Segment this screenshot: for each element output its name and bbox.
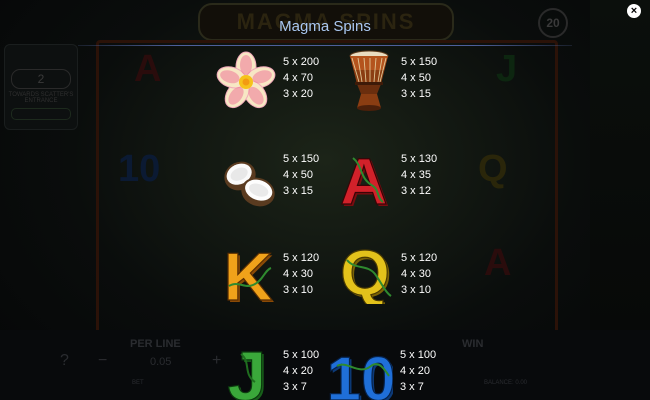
number-10-icon: 10 10 (329, 344, 393, 400)
payout-5: 5 x 150 (401, 56, 438, 68)
paytable-title: Magma Spins (279, 18, 371, 35)
background-ghost-symbol: Q (478, 148, 508, 190)
payout-4: 4 x 70 (283, 72, 313, 84)
background-side-value: 2 (11, 69, 71, 89)
background-right-decoration (590, 0, 650, 330)
letter-j-icon: J J (227, 336, 269, 400)
payout-3: 3 x 12 (401, 185, 431, 197)
background-side-panel: 2 TOWARDS SCATTER'S ENTRANCE (4, 44, 78, 130)
close-button[interactable]: × (627, 4, 641, 18)
payout-4: 4 x 50 (401, 72, 431, 84)
payout-5: 5 x 100 (400, 349, 437, 361)
payout-list: 5 x 130 4 x 35 3 x 12 (401, 151, 461, 199)
bet-small-label: BET (132, 380, 144, 386)
letter-a-icon: A A (340, 144, 390, 208)
per-line-label: PER LINE (130, 338, 181, 350)
payout-5: 5 x 200 (283, 56, 320, 68)
payout-3: 3 x 20 (283, 88, 313, 100)
payout-5: 5 x 120 (401, 252, 438, 264)
flower-icon (216, 51, 276, 109)
payout-4: 4 x 20 (400, 365, 430, 377)
background-ghost-symbol: 10 (118, 148, 161, 190)
header-divider (78, 45, 572, 46)
symbol-letter: Q (340, 240, 390, 304)
payout-list: 5 x 120 4 x 30 3 x 10 (401, 250, 461, 298)
background-ghost-symbol: A (484, 242, 512, 284)
per-line-value: 0.05 (150, 356, 172, 368)
payout-list: 5 x 100 4 x 20 3 x 7 (400, 347, 460, 395)
balance-label: BALANCE: 0.00 (484, 380, 528, 386)
bet-increase-button[interactable]: + (212, 352, 221, 370)
background-side-bar (11, 108, 71, 120)
background-ghost-symbol: J (496, 48, 518, 90)
payout-3: 3 x 15 (401, 88, 431, 100)
background-ghost-symbol: A (134, 48, 162, 90)
drum-icon (349, 50, 389, 111)
help-button[interactable]: ? (60, 352, 69, 370)
paytable-header: Magma Spins (78, 0, 572, 48)
payout-list: 5 x 150 4 x 50 3 x 15 (401, 54, 461, 102)
payout-3: 3 x 10 (401, 284, 431, 296)
payout-list: 5 x 200 4 x 70 3 x 20 (283, 54, 343, 102)
symbol-letter: 10 (329, 345, 393, 400)
bet-decrease-button[interactable]: − (98, 352, 107, 370)
win-label: WIN (462, 338, 484, 350)
payout-5: 5 x 130 (401, 153, 438, 165)
letter-k-icon: K K (223, 240, 275, 304)
background-side-text: TOWARDS SCATTER'S ENTRANCE (8, 92, 74, 104)
payout-4: 4 x 30 (401, 268, 431, 280)
payout-3: 3 x 7 (400, 381, 424, 393)
coconut-icon (224, 161, 275, 207)
payout-4: 4 x 35 (401, 169, 431, 181)
letter-q-icon: Q Q (340, 240, 392, 304)
